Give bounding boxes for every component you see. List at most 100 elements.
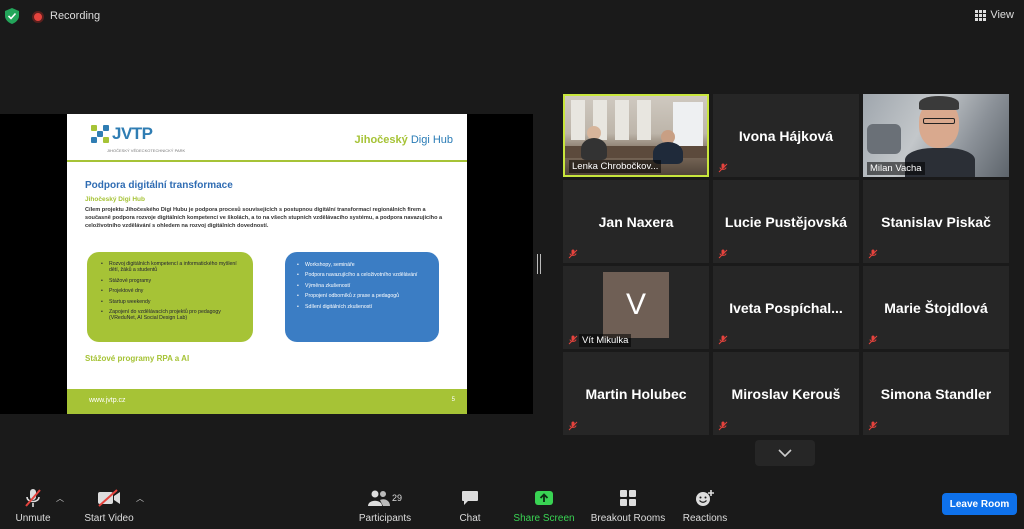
participant-tile[interactable]: Martin Holubec <box>563 352 709 435</box>
mic-off-icon <box>868 335 878 345</box>
slide-page-number: 5 <box>451 397 455 403</box>
list-item: Výměna zkušeností <box>297 283 431 290</box>
start-video-label: Start Video <box>84 513 134 524</box>
participant-name: Simona Standler <box>880 385 992 402</box>
participant-tile[interactable]: Simona Standler <box>863 352 1009 435</box>
video-options-caret[interactable]: ︿ <box>136 493 144 504</box>
top-bar: Recording View <box>0 0 1024 34</box>
participant-name: Lenka Chrobočkov... <box>569 160 662 173</box>
list-item: Projektové dny <box>101 288 245 295</box>
mic-off-icon <box>868 421 878 431</box>
participant-name: Miroslav Kerouš <box>731 385 841 402</box>
green-activities-box: Rozvoj digitálních kompetencí a informat… <box>87 252 253 342</box>
chat-label: Chat <box>459 513 481 524</box>
participants-count: 29 <box>391 493 402 503</box>
share-screen-label: Share Screen <box>513 513 575 524</box>
smiley-plus-icon <box>696 490 714 506</box>
participant-tile[interactable]: Miroslav Kerouš <box>713 352 859 435</box>
avatar: V <box>603 272 669 338</box>
digi-logo-suffix: Digi Hub <box>410 134 453 146</box>
participants-label: Participants <box>358 513 412 524</box>
digi-logo-prefix: Jihočeský <box>354 134 408 146</box>
mic-off-icon <box>718 163 728 173</box>
recording-label[interactable]: Recording <box>50 10 100 22</box>
chat-bubble-icon <box>462 491 478 505</box>
share-screen-button[interactable]: Share Screen <box>512 481 576 529</box>
participant-name: Iveta Pospíchal... <box>729 299 843 316</box>
grid-icon <box>975 9 987 21</box>
four-squares-icon <box>620 490 636 506</box>
participant-name: Jan Naxera <box>598 213 674 230</box>
chat-button[interactable]: Chat <box>452 481 488 529</box>
view-button[interactable]: View <box>975 9 1014 21</box>
unmute-label: Unmute <box>15 513 51 524</box>
mic-off-icon <box>568 421 578 431</box>
slide-footer-title: Stážové programy RPA a AI <box>85 354 190 363</box>
list-item: Sdílení digitálních zkušeností <box>297 304 431 311</box>
list-item: Startup weekendy <box>101 299 245 306</box>
list-item: Zapojení do vzdělávacích projektů pro pe… <box>101 309 245 322</box>
participant-tile[interactable]: V Vít Mikulka <box>563 266 709 349</box>
shield-check-icon[interactable] <box>5 8 19 24</box>
presentation-slide: JVTP JIHOČESKÝ VĚDECKOTECHNICKÝ PARK Jih… <box>67 114 467 414</box>
mic-off-icon <box>718 421 728 431</box>
leave-room-button[interactable]: Leave Room <box>942 493 1017 515</box>
meeting-toolbar: Unmute ︿ Start Video ︿ 29 Participants C… <box>0 481 1024 529</box>
mic-off-icon <box>718 249 728 259</box>
participant-tile[interactable]: Lenka Chrobočkov... <box>563 94 709 177</box>
jvtp-logo-text: JVTP <box>112 124 153 143</box>
share-arrow-icon <box>535 491 553 505</box>
participant-name: Milan Vacha <box>867 162 925 175</box>
participant-name: Vít Mikulka <box>579 334 632 347</box>
list-item: Stážové programy <box>101 278 245 285</box>
people-icon <box>367 490 390 506</box>
blue-activities-box: Workshopy, semináře Podpora navazujícího… <box>285 252 439 342</box>
participant-tile[interactable]: Iveta Pospíchal... <box>713 266 859 349</box>
list-item: Rozvoj digitálních kompetencí a informat… <box>101 261 245 274</box>
digi-hub-logo: Jihočeský Digi Hub <box>355 134 453 146</box>
slide-paragraph: Cílem projektu Jihočeského Digi Hubu je … <box>85 207 443 229</box>
slide-header: JVTP JIHOČESKÝ VĚDECKOTECHNICKÝ PARK Jih… <box>67 114 467 162</box>
splitter-handle[interactable] <box>537 254 541 274</box>
video-off-icon <box>98 489 120 507</box>
participant-tile[interactable]: Marie Štojdlová <box>863 266 1009 349</box>
participant-tile[interactable]: Jan Naxera <box>563 180 709 263</box>
participant-name: Stanislav Piskač <box>881 213 991 230</box>
participant-tile[interactable]: Milan Vacha <box>863 94 1009 177</box>
list-item: Propojení odborníků z praxe a pedagogů <box>297 293 431 300</box>
breakout-rooms-label: Breakout Rooms <box>590 513 666 524</box>
mic-off-icon <box>25 489 41 507</box>
view-label: View <box>990 9 1014 21</box>
reactions-label: Reactions <box>682 513 728 524</box>
jvtp-logo-icon <box>91 125 109 143</box>
shared-screen[interactable]: JVTP JIHOČESKÝ VĚDECKOTECHNICKÝ PARK Jih… <box>0 114 533 414</box>
chevron-down-icon <box>778 449 792 457</box>
participant-name: Martin Holubec <box>585 385 687 402</box>
slide-footer: www.jvtp.cz 5 <box>67 389 467 414</box>
participant-tile[interactable]: Ivona Hájková <box>713 94 859 177</box>
slide-title: Podpora digitální transformace <box>85 180 233 191</box>
participants-button[interactable]: 29 Participants <box>356 481 414 529</box>
more-participants-button[interactable] <box>755 440 815 466</box>
list-item: Podpora navazujícího a celoživotního vzd… <box>297 272 431 279</box>
list-item: Workshopy, semináře <box>297 262 431 269</box>
slide-url: www.jvtp.cz <box>89 397 126 404</box>
mic-off-icon <box>718 335 728 345</box>
participant-name: Ivona Hájková <box>738 127 834 144</box>
unmute-button[interactable]: Unmute <box>12 481 54 529</box>
mic-off-icon <box>568 335 578 345</box>
participant-name: Marie Štojdlová <box>884 299 988 316</box>
participant-tile[interactable]: Stanislav Piskač <box>863 180 1009 263</box>
audio-options-caret[interactable]: ︿ <box>56 493 64 504</box>
jvtp-logo: JVTP <box>91 124 153 144</box>
breakout-rooms-button[interactable]: Breakout Rooms <box>588 481 668 529</box>
record-dot-icon[interactable] <box>32 11 44 23</box>
participant-name: Lucie Pustějovská <box>724 213 848 230</box>
mic-off-icon <box>568 249 578 259</box>
jvtp-logo-subtitle: JIHOČESKÝ VĚDECKOTECHNICKÝ PARK <box>107 148 186 153</box>
start-video-button[interactable]: Start Video <box>84 481 134 529</box>
reactions-button[interactable]: Reactions <box>680 481 730 529</box>
participant-tile[interactable]: Lucie Pustějovská <box>713 180 859 263</box>
mic-off-icon <box>868 249 878 259</box>
slide-subtitle: Jihočeský Digi Hub <box>85 196 145 203</box>
